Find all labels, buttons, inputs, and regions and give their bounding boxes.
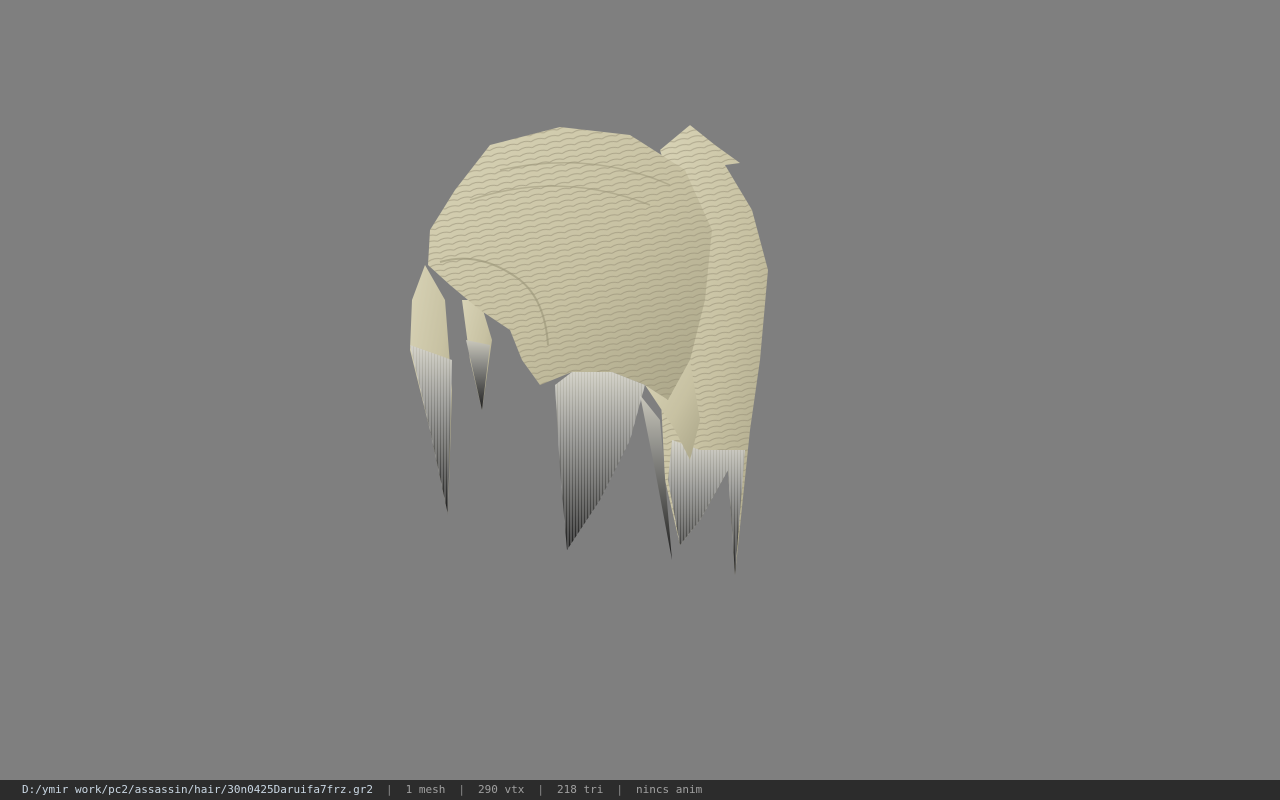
- separator: |: [458, 783, 465, 796]
- hair-model: [410, 125, 768, 575]
- separator: |: [616, 783, 623, 796]
- anim-status: nincs anim: [635, 783, 703, 796]
- hair-strand-left-back: [410, 265, 452, 515]
- triangle-count: 218 tri: [556, 783, 604, 796]
- separator: |: [386, 783, 393, 796]
- 3d-viewport[interactable]: [0, 0, 1280, 780]
- separator: |: [537, 783, 544, 796]
- vertex-count: 290 vtx: [478, 783, 525, 796]
- hair-strand-left-small: [462, 300, 492, 410]
- mesh-count: 1 mesh: [405, 783, 446, 796]
- file-path: D:/ymir work/pc2/assassin/hair/30n0425Da…: [22, 783, 373, 796]
- status-bar: D:/ymir work/pc2/assassin/hair/30n0425Da…: [0, 780, 1280, 800]
